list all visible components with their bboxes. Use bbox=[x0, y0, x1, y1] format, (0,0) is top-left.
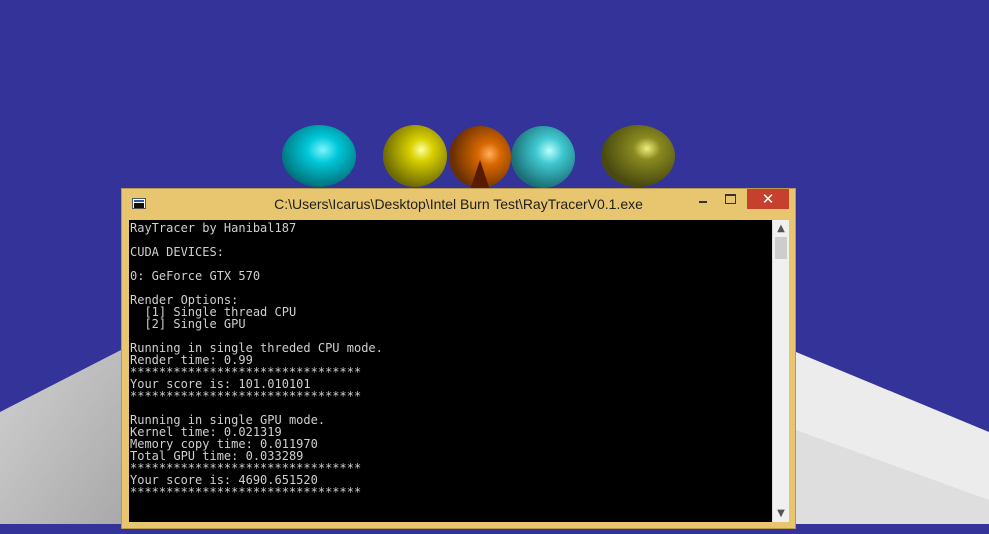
vertical-scrollbar[interactable]: ▲ ▼ bbox=[772, 220, 789, 522]
minimize-button[interactable] bbox=[694, 189, 712, 209]
maximize-button[interactable] bbox=[720, 189, 740, 209]
scroll-thumb[interactable] bbox=[775, 237, 787, 259]
sphere-teal bbox=[511, 126, 575, 188]
console-line: RayTracer by Hanibal187 bbox=[130, 222, 297, 235]
console-line: 0: GeForce GTX 570 bbox=[130, 269, 261, 283]
sphere-olive bbox=[601, 125, 675, 187]
sphere-cyan bbox=[282, 125, 356, 187]
console-line: CUDA DEVICES: bbox=[130, 245, 224, 259]
console-window: C:\Users\Icarus\Desktop\Intel Burn Test\… bbox=[121, 188, 796, 529]
scroll-down-arrow-icon[interactable]: ▼ bbox=[773, 505, 789, 522]
console-line: ******************************** bbox=[130, 389, 362, 403]
console-line: ******************************** bbox=[130, 485, 362, 499]
close-button[interactable]: ✕ bbox=[747, 189, 789, 209]
console-client-area[interactable]: RayTracer by Hanibal187 CUDA DEVICES: 0:… bbox=[129, 220, 789, 522]
console-output[interactable]: RayTracer by Hanibal187 CUDA DEVICES: 0:… bbox=[130, 222, 770, 520]
scroll-up-arrow-icon[interactable]: ▲ bbox=[773, 220, 789, 237]
sphere-yellow bbox=[383, 125, 447, 187]
title-bar[interactable]: C:\Users\Icarus\Desktop\Intel Burn Test\… bbox=[122, 189, 795, 220]
console-line: [2] Single GPU bbox=[130, 317, 246, 331]
